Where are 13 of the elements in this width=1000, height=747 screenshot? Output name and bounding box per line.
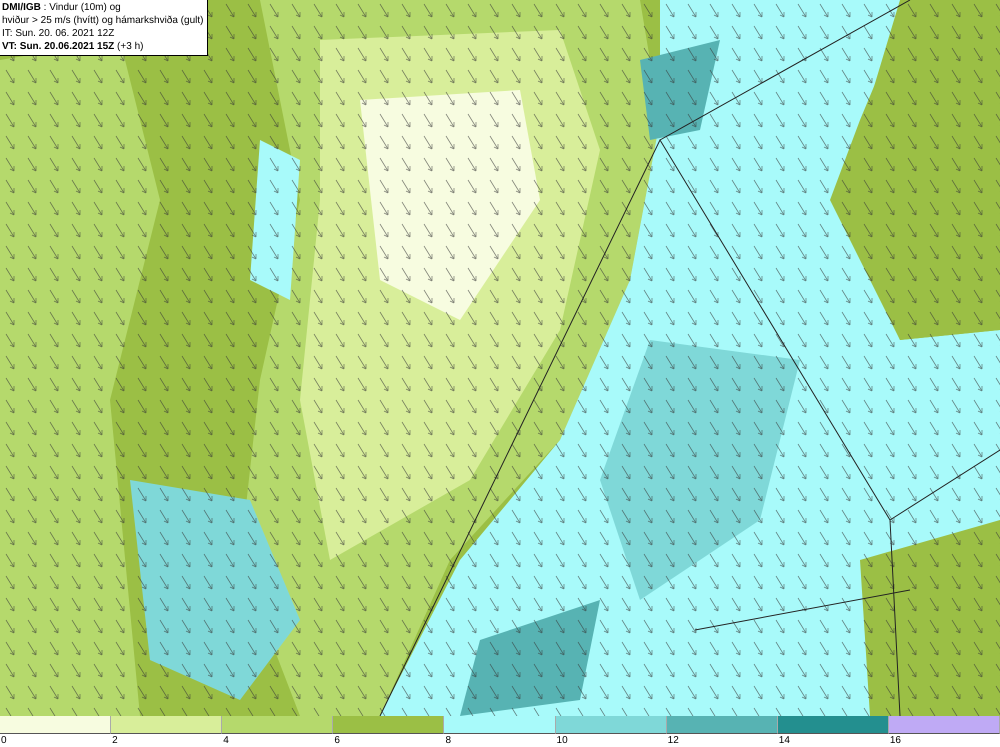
legend-label: 8 (444, 734, 451, 747)
legend-label: 6 (333, 734, 340, 747)
legend-label: 12 (666, 734, 679, 747)
legend-label: 4 (222, 734, 229, 747)
legend-label: 14 (778, 734, 790, 747)
header-text: hviður > 25 m/s (hvítt) og hámarkshviða (gult) (2, 14, 204, 27)
header-text: IT: Sun. 20. 06. 2021 12Z (2, 27, 116, 40)
legend-label: 10 (556, 734, 568, 747)
legend-label: 16 (888, 734, 901, 747)
legend-label: 2 (111, 734, 118, 747)
header-text: DMI/IGB : Vindur (10m) og (2, 1, 122, 14)
header-text: VT: Sun. 20.06.2021 15Z (+3 h) (2, 40, 144, 53)
legend-label: 0 (0, 734, 7, 747)
